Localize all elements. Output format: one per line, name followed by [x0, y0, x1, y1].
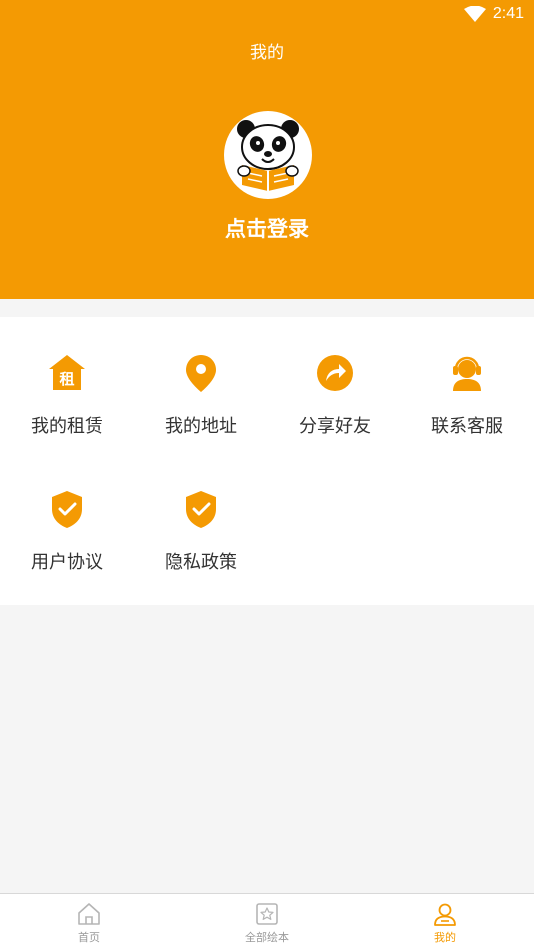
tab-label: 首页: [78, 931, 100, 944]
menu-label: 我的地址: [165, 416, 237, 437]
profile-header: 2:41 我的 点击登录: [0, 0, 534, 299]
status-bar: 2:41: [0, 0, 534, 30]
tab-label: 全部绘本: [245, 931, 289, 944]
menu-label: 分享好友: [299, 416, 371, 437]
status-time: 2:41: [492, 5, 524, 22]
bottom-tab-bar: 首页 全部绘本 我的: [0, 893, 534, 949]
menu-label: 用户协议: [31, 552, 103, 573]
tab-label: 我的: [434, 931, 456, 944]
home-icon: [78, 903, 100, 925]
menu-item-my-rentals[interactable]: 租 我的租赁: [0, 317, 134, 437]
customer-service-icon: [453, 356, 481, 391]
menu-item-user-agreement[interactable]: 用户协议: [0, 453, 134, 573]
menu-item-my-address[interactable]: 我的地址: [134, 317, 268, 437]
panda-logo-icon: [237, 120, 299, 191]
wifi-icon: [464, 6, 486, 22]
avatar[interactable]: [224, 111, 312, 199]
svg-text:租: 租: [59, 370, 74, 388]
tab-mine[interactable]: 我的: [356, 894, 534, 949]
menu-item-customer-service[interactable]: 联系客服: [400, 317, 534, 437]
menu-grid: 租 我的租赁 我的地址 分享好友 联系客服 用户协议 隐私政策: [0, 317, 534, 605]
tab-home[interactable]: 首页: [0, 894, 178, 949]
location-pin-icon: [186, 355, 216, 392]
share-icon: [317, 355, 353, 391]
login-button[interactable]: 点击登录: [0, 213, 534, 243]
shield-check-icon: [186, 491, 216, 528]
menu-label: 隐私政策: [165, 552, 237, 573]
house-rent-icon: 租: [49, 355, 85, 390]
menu-label: 联系客服: [431, 416, 503, 437]
person-icon: [434, 903, 456, 926]
menu-label: 我的租赁: [31, 416, 103, 437]
shield-check-icon: [52, 491, 82, 528]
menu-item-share[interactable]: 分享好友: [268, 317, 402, 437]
menu-item-privacy-policy[interactable]: 隐私政策: [134, 453, 268, 573]
tab-all-picture-books[interactable]: 全部绘本: [178, 894, 356, 949]
page-title: 我的: [250, 43, 284, 63]
book-star-icon: [256, 903, 278, 925]
